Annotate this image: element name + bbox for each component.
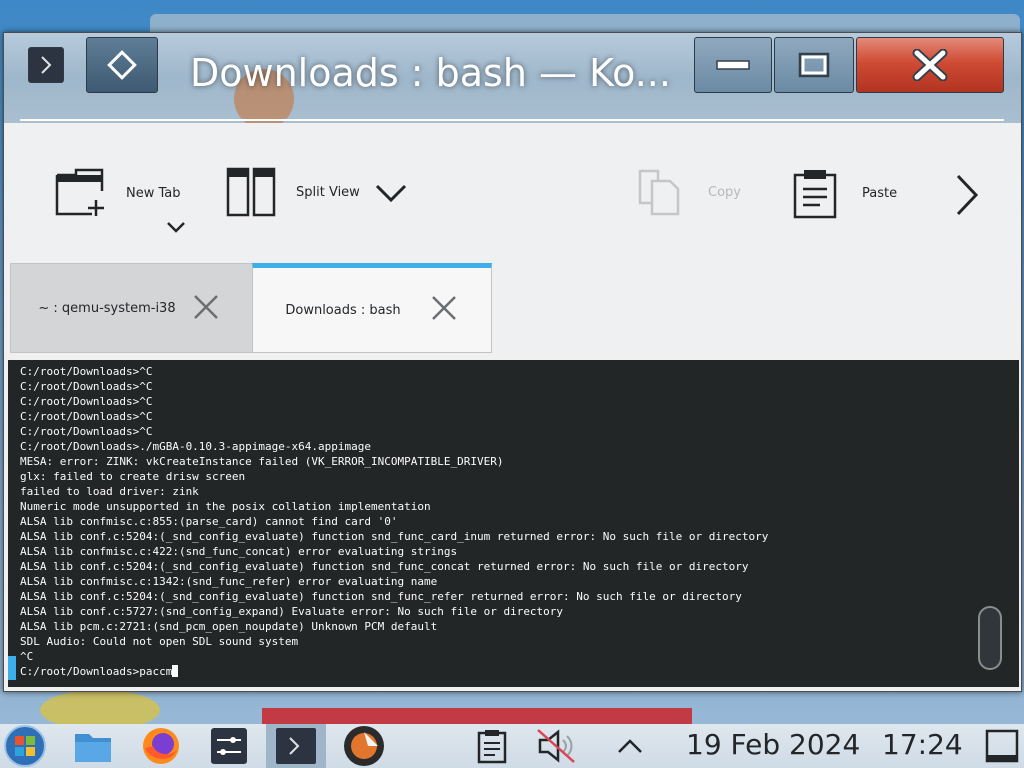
close-tab-icon[interactable] [193, 294, 219, 320]
start-menu-button[interactable] [0, 724, 50, 768]
terminal-line: ALSA lib conf.c:5204:(_snd_config_evalua… [20, 590, 742, 603]
terminal-line: C:/root/Downloads>^C [20, 365, 153, 378]
new-tab-dropdown[interactable] [166, 221, 186, 233]
windows-logo-icon [4, 725, 46, 767]
close-icon [912, 49, 948, 81]
chevron-down-icon [375, 184, 407, 203]
tab-downloads-bash[interactable]: Downloads : bash [252, 263, 492, 353]
terminal-line: C:/root/Downloads>^C [20, 380, 153, 393]
terminal-line: ALSA lib conf.c:5727:(snd_config_expand)… [20, 605, 564, 618]
main-toolbar: New Tab Split View Copy Paste [4, 123, 1021, 262]
terminal-cursor [172, 665, 179, 677]
settings-sliders-icon [211, 728, 247, 764]
clock-time[interactable]: 17:24 [882, 728, 963, 761]
terminal-line: C:/root/Downloads>^C [20, 410, 153, 423]
clipboard-tray-button[interactable] [470, 724, 514, 768]
copy-label: Copy [708, 184, 741, 200]
copy-button[interactable]: Copy [636, 167, 741, 217]
close-window-button[interactable] [856, 37, 1004, 93]
terminal-line: ALSA lib confmisc.c:422:(snd_func_concat… [20, 545, 458, 558]
terminal-scrollbar[interactable] [978, 606, 1002, 670]
minimize-icon [716, 60, 750, 70]
paste-icon [793, 170, 837, 219]
maximize-icon [798, 52, 830, 78]
terminal-line: C:/root/Downloads>^C [20, 395, 153, 408]
settings-launcher[interactable] [200, 724, 258, 768]
new-tab-button[interactable]: New Tab [54, 167, 181, 219]
terminal-line: SDL Audio: Could not open SDL sound syst… [20, 635, 299, 648]
keep-on-top-button[interactable] [86, 37, 158, 93]
toolbar-overflow-button[interactable] [954, 173, 980, 217]
tab-bar: ~ : qemu-system-i38 Downloads : bash [4, 261, 1021, 353]
volume-tray-button[interactable] [532, 724, 580, 768]
firefox-icon [143, 728, 179, 764]
tab-label: ~ : qemu-system-i38 [38, 300, 176, 316]
terminal-line: ALSA lib pcm.c:2721:(snd_pcm_open_noupda… [20, 620, 438, 633]
new-tab-icon [55, 168, 104, 216]
activity-marker [8, 656, 16, 680]
terminal-line: C:/root/Downloads>^C [20, 425, 153, 438]
split-view-dropdown[interactable] [374, 183, 408, 203]
terminal-icon [276, 728, 316, 764]
terminal-line: C:/root/Downloads>./mGBA-0.10.3-appimage… [20, 440, 371, 453]
firefox-launcher[interactable] [134, 724, 188, 768]
terminal-line: glx: failed to create drisw screen [20, 470, 246, 483]
chevron-down-icon [167, 222, 185, 233]
folder-icon [75, 734, 111, 762]
chevron-up-icon [618, 739, 642, 753]
split-view-button[interactable]: Split View [226, 167, 360, 217]
window-title: Downloads : bash — Ko... [190, 51, 671, 95]
paste-button[interactable]: Paste [792, 167, 897, 219]
terminal-line: ALSA lib conf.c:5204:(_snd_config_evalua… [20, 560, 749, 573]
background-window-strip [262, 708, 692, 724]
file-manager-launcher[interactable] [68, 724, 118, 768]
chevron-right-icon [956, 174, 979, 216]
terminal-line: ^C [20, 650, 34, 663]
taskbar: 19 Feb 2024 17:24 [0, 724, 1024, 768]
system-tray-expand-button[interactable] [606, 724, 654, 768]
terminal-line: ALSA lib confmisc.c:1342:(snd_func_refer… [20, 575, 438, 588]
maximize-button[interactable] [774, 37, 854, 93]
copy-icon [638, 169, 680, 216]
minimize-button[interactable] [694, 37, 772, 93]
terminal-line: failed to load driver: zink [20, 485, 199, 498]
clock-date[interactable]: 19 Feb 2024 [686, 728, 860, 761]
terminal-output: C:/root/Downloads>^C C:/root/Downloads>^… [20, 364, 768, 679]
terminal-view[interactable]: C:/root/Downloads>^C C:/root/Downloads>^… [8, 360, 1019, 687]
konsole-window: Downloads : bash — Ko... New Tab Split V… [3, 32, 1022, 692]
terminal-prompt: C:/root/Downloads> [20, 665, 140, 678]
chevron-right-icon [41, 56, 52, 74]
paste-label: Paste [862, 185, 898, 201]
terminal-line: Numeric mode unsupported in the posix co… [20, 500, 431, 513]
terminal-line: ALSA lib confmisc.c:855:(parse_card) can… [20, 515, 398, 528]
diamond-icon [107, 50, 137, 80]
title-bar[interactable]: Downloads : bash — Ko... [4, 33, 1021, 129]
show-desktop-button[interactable] [980, 724, 1024, 768]
title-separator [20, 119, 1004, 121]
terminal-input[interactable]: paccm [139, 665, 172, 678]
terminal-prompt-line[interactable]: C:/root/Downloads>paccm [20, 664, 768, 679]
terminal-line: ALSA lib conf.c:5204:(_snd_config_evalua… [20, 530, 769, 543]
show-desktop-icon [985, 729, 1019, 763]
tab-label: Downloads : bash [285, 302, 401, 318]
new-tab-label: New Tab [126, 185, 181, 201]
konsole-taskbar-entry[interactable] [266, 724, 326, 768]
speaker-muted-icon [537, 729, 575, 763]
window-menu-button[interactable] [28, 47, 64, 83]
split-view-icon [226, 167, 276, 217]
close-tab-icon[interactable] [431, 295, 457, 321]
tab-qemu[interactable]: ~ : qemu-system-i38 [10, 263, 254, 353]
terminal-line: MESA: error: ZINK: vkCreateInstance fail… [20, 455, 504, 468]
qemu-icon [344, 726, 384, 766]
clipboard-icon [477, 730, 507, 764]
qemu-taskbar-entry[interactable] [334, 724, 394, 768]
split-view-label: Split View [296, 184, 360, 200]
